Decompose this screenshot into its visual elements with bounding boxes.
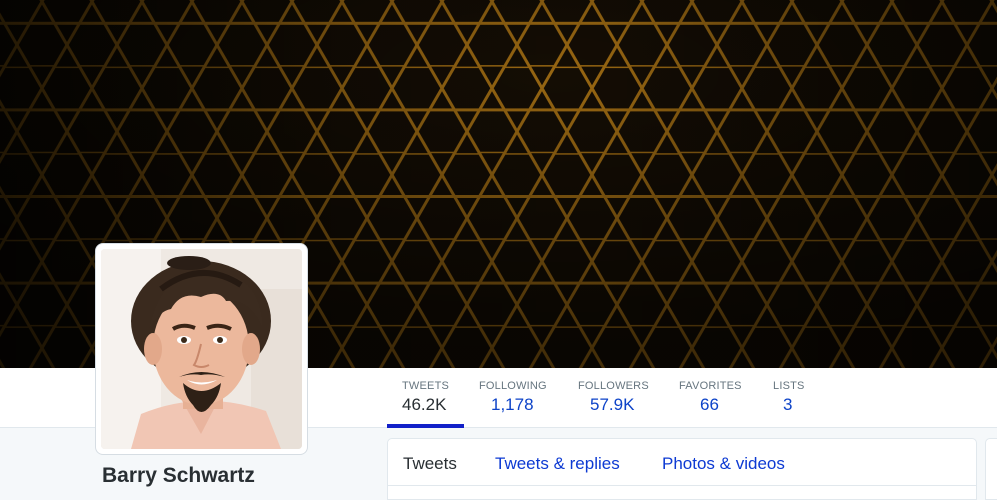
stat-tweets-value: 46.2K: [402, 395, 447, 414]
profile-name: Barry Schwartz: [102, 464, 255, 487]
tab-tweets[interactable]: Tweets: [403, 454, 457, 474]
timeline-card: Tweets Tweets & replies Photos & videos: [387, 438, 977, 500]
tab-tweets-and-replies[interactable]: Tweets & replies: [495, 454, 620, 474]
stat-lists-value: 3: [783, 395, 793, 414]
timeline-divider: [388, 485, 976, 486]
stat-favorites-label: FAVORITES: [679, 380, 742, 392]
stat-tweets-label: TWEETS: [402, 380, 450, 392]
stat-following-label: FOLLOWING: [479, 380, 547, 392]
stat-favorites[interactable]: FAVORITES 66: [679, 380, 742, 415]
stat-lists-label: LISTS: [773, 380, 805, 392]
active-stat-underline: [387, 424, 464, 428]
stat-lists[interactable]: LISTS 3: [773, 380, 805, 415]
stat-followers-value: 57.9K: [590, 395, 635, 414]
stat-followers-label: FOLLOWERS: [578, 380, 649, 392]
stat-following[interactable]: FOLLOWING 1,178: [479, 380, 547, 415]
avatar-photo: [101, 249, 302, 449]
stat-favorites-value: 66: [700, 395, 719, 414]
stat-followers[interactable]: FOLLOWERS 57.9K: [578, 380, 649, 415]
stat-following-value: 1,178: [491, 395, 534, 414]
profile-avatar[interactable]: [96, 244, 307, 454]
stat-tweets[interactable]: TWEETS 46.2K: [402, 380, 449, 415]
tab-photos-and-videos[interactable]: Photos & videos: [662, 454, 785, 474]
right-sidebar-card: [985, 438, 997, 500]
